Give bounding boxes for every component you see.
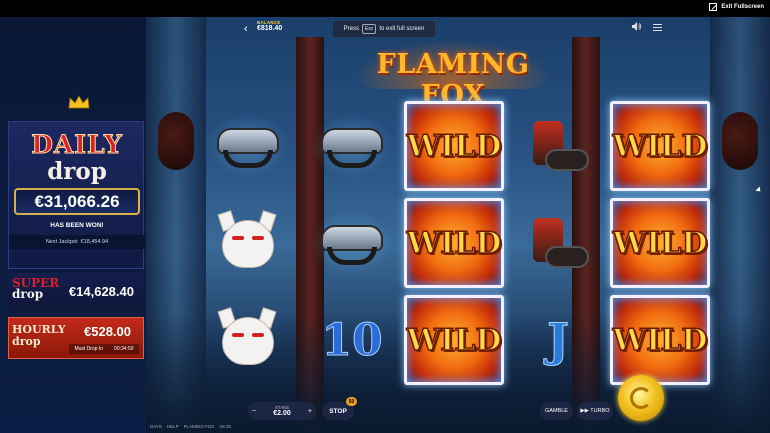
symbol-wild: WILD [610, 101, 710, 191]
lantern-right-icon [722, 112, 758, 170]
reel-grid: 10 WILD WILD WILD J WILD WILD WILD [198, 101, 718, 391]
stake-display: STAKE €2.00 [273, 405, 291, 417]
symbol-wild: WILD [610, 295, 710, 385]
esc-prefix: Press [343, 26, 359, 32]
must-drop-timer: Must Drop In 00:34:50 [69, 344, 139, 354]
daily-drop-amount: €31,066.26 [14, 188, 140, 215]
esc-key: Esc [361, 24, 377, 34]
footer-days[interactable]: DAYS [150, 424, 162, 429]
symbol-helmet [302, 101, 402, 191]
spin-icon [630, 387, 652, 409]
has-been-won-text: HAS BEEN WON! [50, 222, 104, 229]
wild-label: WILD [406, 128, 502, 165]
symbol-wild: WILD [404, 101, 504, 191]
wild-label: WILD [406, 225, 502, 262]
symbol-wild: WILD [404, 198, 504, 288]
symbol-ten-label: 10 [321, 314, 383, 366]
symbol-jack: J [508, 295, 608, 385]
exit-fullscreen-toast: Press Esc to exit full screen [333, 21, 435, 37]
wild-label: WILD [406, 322, 502, 359]
stake-increase-button[interactable]: + [308, 408, 312, 415]
stake-decrease-button[interactable]: − [252, 408, 256, 415]
stake-value: €2.00 [273, 410, 291, 417]
exit-fullscreen-label: Exit Fullscreen [721, 4, 764, 10]
super-drop-box: SUPER drop €14,628.40 [8, 273, 144, 311]
turbo-button[interactable]: ▶▶ TURBO [577, 402, 613, 420]
game-stage: ‹ BALANCE €818.40 Press Esc to exit full… [0, 17, 770, 433]
symbol-boot [508, 198, 608, 288]
balance-display: BALANCE €818.40 [257, 20, 282, 32]
crown-icon [68, 95, 90, 109]
esc-suffix: to exit full screen [379, 26, 425, 32]
next-jackpot-value: €18,454.94 [80, 239, 109, 245]
balance-value: €818.40 [257, 25, 283, 32]
symbol-wild: WILD [610, 198, 710, 288]
stake-control: − STAKE €2.00 + [248, 402, 316, 420]
symbol-fox-mask [198, 198, 298, 288]
next-jackpot-label: Next Jackpot [45, 239, 78, 245]
hourly-drop-amount: €528.00 [84, 324, 131, 339]
lantern-left-icon [158, 112, 194, 170]
spin-button[interactable] [618, 375, 664, 421]
footer-version: V5.35 [219, 424, 231, 429]
hourly-drop-subtitle: drop [12, 335, 41, 348]
gamble-button[interactable]: GAMBLE [540, 402, 573, 420]
next-jackpot: Next Jackpot €18,454.94 [9, 235, 145, 249]
super-drop-logo: SUPER drop [12, 277, 59, 301]
menu-icon[interactable] [653, 24, 662, 31]
symbol-ten: 10 [302, 295, 402, 385]
footer-help[interactable]: HELP [167, 424, 179, 429]
symbol-helmet [198, 101, 298, 191]
autoplay-count-badge: 50 [346, 397, 357, 406]
symbol-helmet [302, 198, 402, 288]
symbol-boot [508, 101, 608, 191]
symbol-jack-label: J [547, 313, 570, 368]
game-logo: FLAMING FOX [343, 39, 563, 111]
footer-game-name: FLAMING FOX [183, 424, 215, 429]
hourly-drop-box: HOURLY drop €528.00 Must Drop In 00:34:5… [8, 317, 144, 359]
wild-label: WILD [612, 128, 708, 165]
daily-drop-subtitle: drop [47, 158, 107, 185]
daily-drop-box: DAILY drop €31,066.26 HAS BEEN WON! Next… [8, 121, 145, 269]
symbol-wild: WILD [404, 295, 504, 385]
hourly-drop-logo: HOURLY drop [12, 324, 66, 348]
wild-label: WILD [612, 322, 708, 359]
super-drop-subtitle: drop [12, 287, 44, 301]
must-drop-time: 00:34:50 [114, 346, 134, 352]
super-drop-amount: €14,628.40 [68, 284, 134, 299]
daily-drop-title: DAILY [31, 130, 123, 160]
fullscreen-bar: Exit Fullscreen [0, 0, 770, 17]
footer-links: DAYS HELP FLAMING FOX V5.35 [150, 424, 231, 429]
exit-fullscreen-icon [709, 3, 718, 11]
sound-icon[interactable] [632, 22, 642, 31]
symbol-fox-mask [198, 295, 298, 385]
must-drop-label: Must Drop In [74, 346, 104, 352]
exit-fullscreen-button[interactable]: Exit Fullscreen [709, 3, 764, 11]
jackpot-panel: DAILY drop €31,066.26 HAS BEEN WON! Next… [8, 95, 145, 405]
wild-label: WILD [612, 225, 708, 262]
back-arrow-icon[interactable]: ‹ [244, 23, 248, 35]
